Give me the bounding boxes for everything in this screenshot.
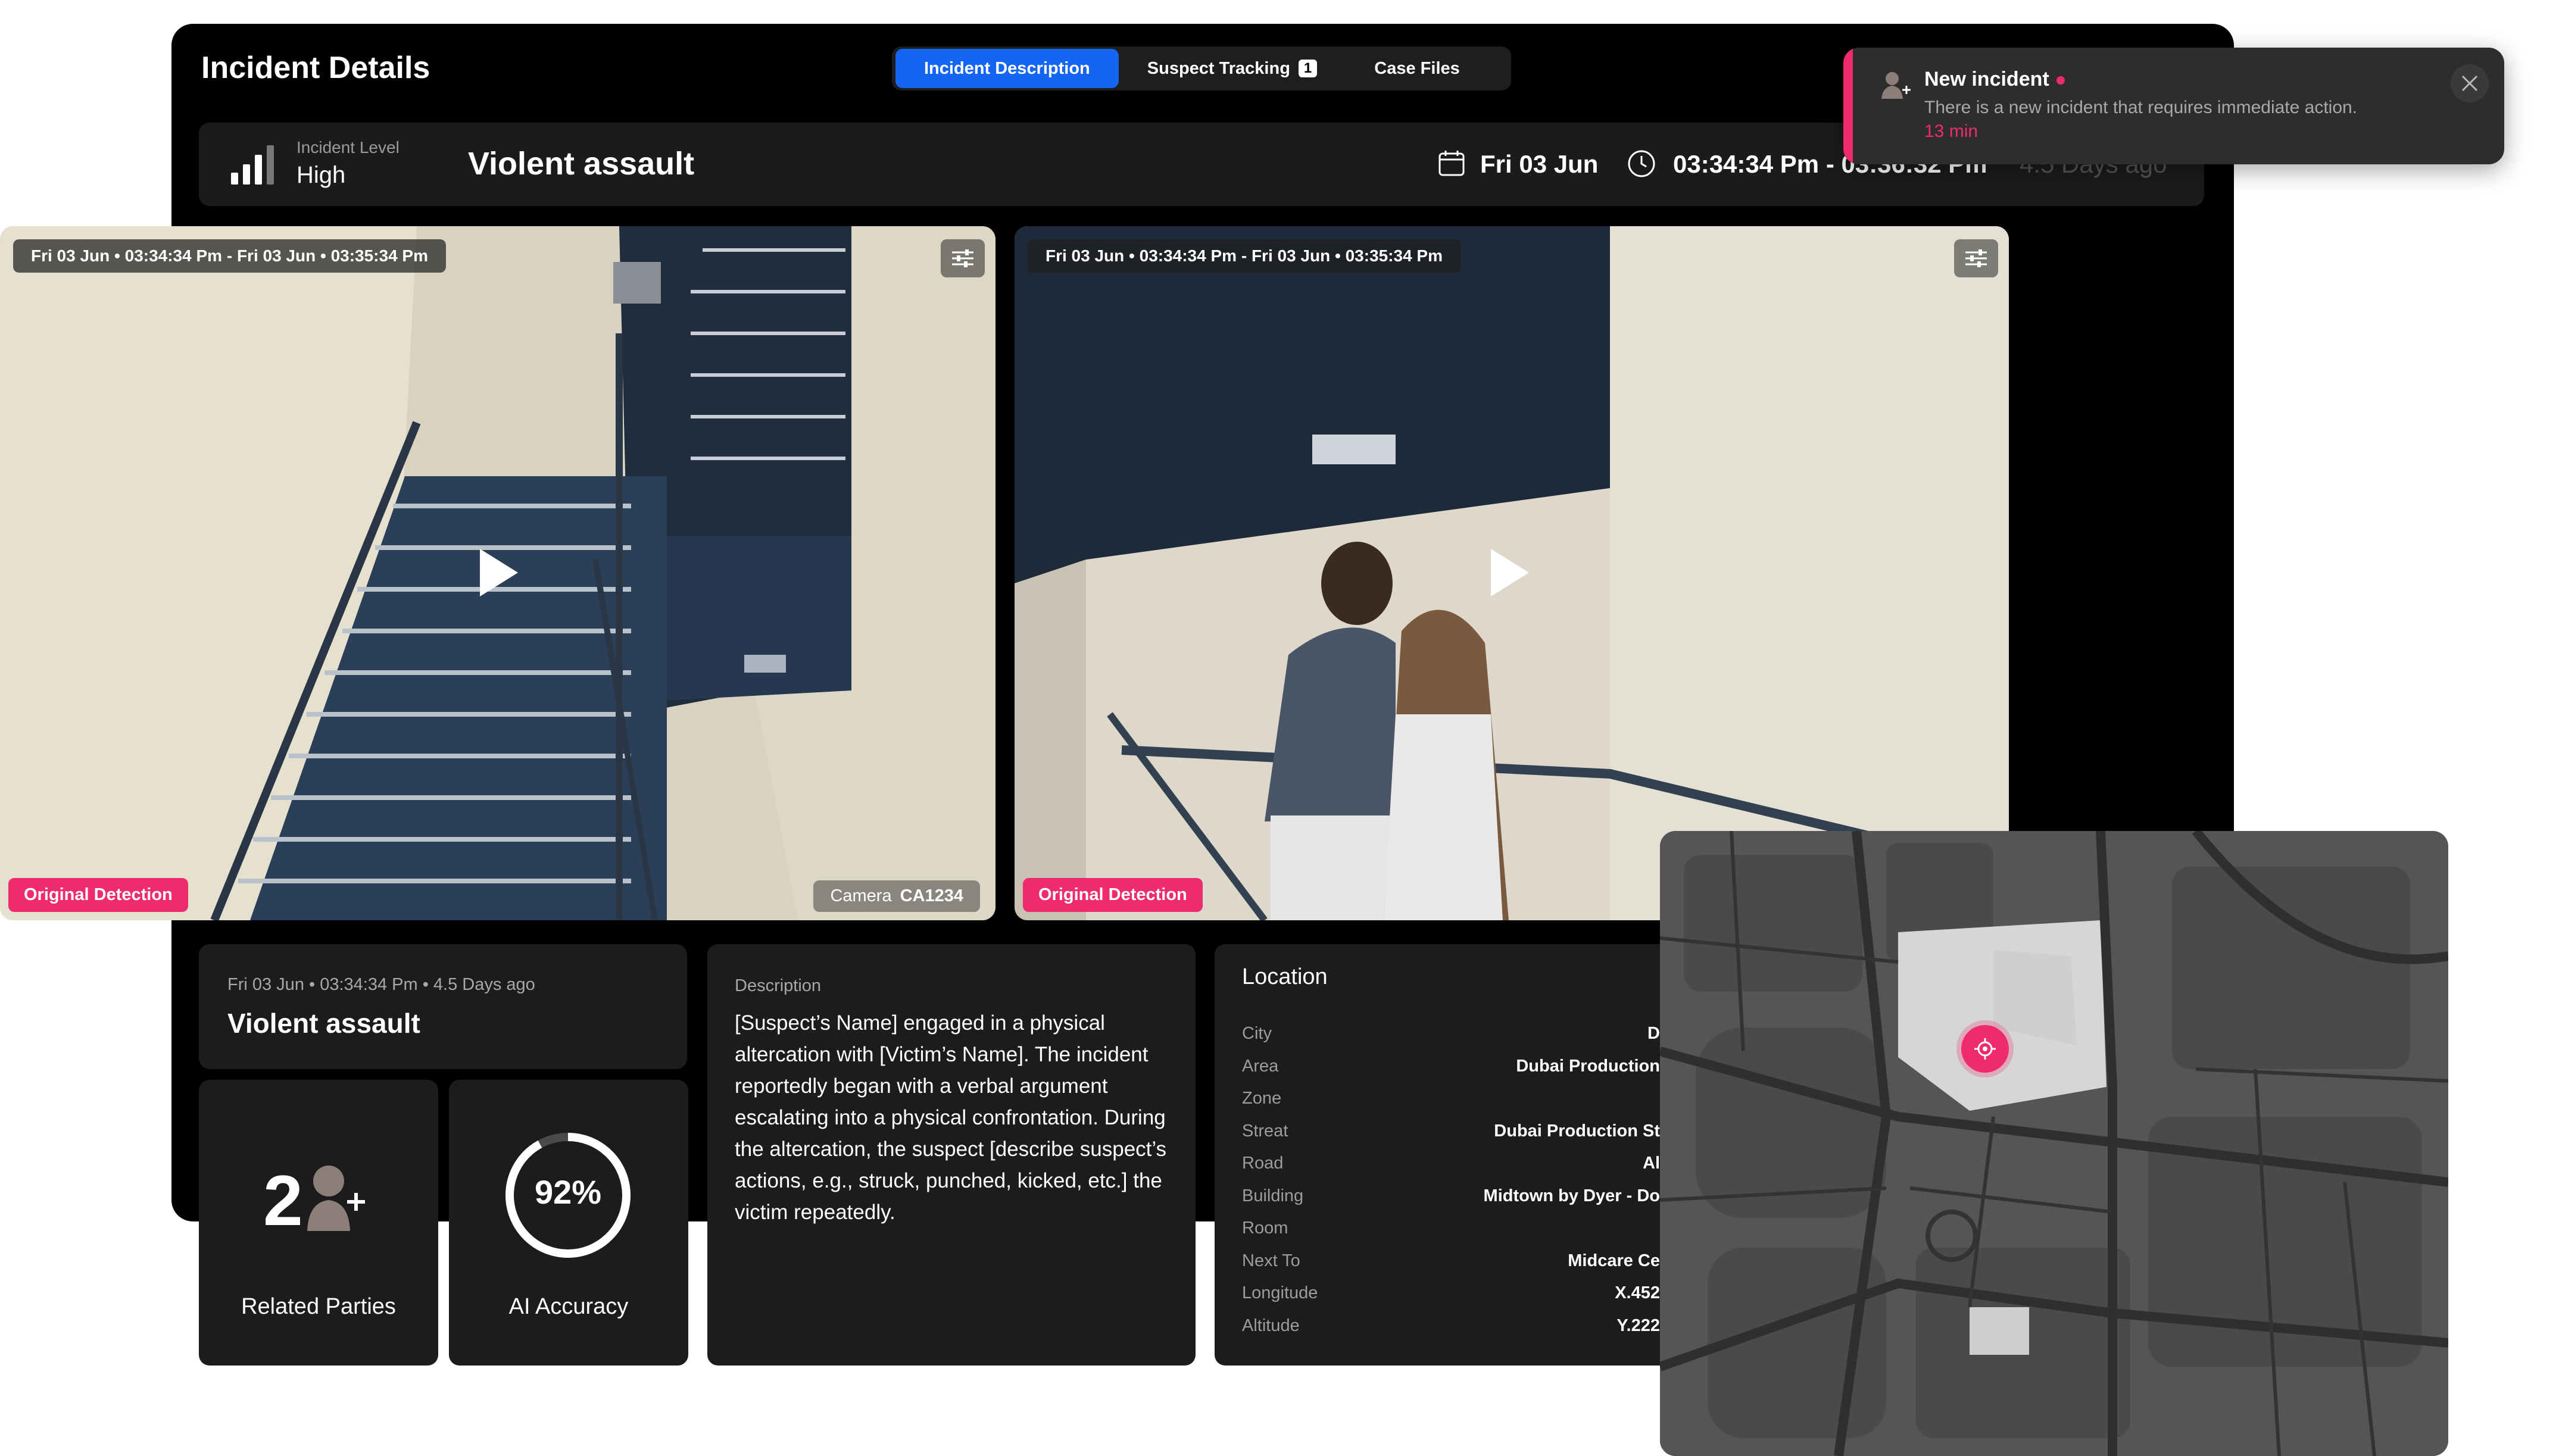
play-icon[interactable] bbox=[480, 549, 518, 596]
incident-date: Fri 03 Jun bbox=[1480, 150, 1599, 178]
camera-badge: Camera CA1234 bbox=[813, 880, 980, 912]
location-row-value: Midtown by Dyer - Do bbox=[1483, 1186, 1660, 1205]
incident-level-label: Incident Level bbox=[297, 138, 400, 157]
tab-label: Incident Description bbox=[924, 58, 1090, 78]
tab-incident-description[interactable]: Incident Description bbox=[895, 49, 1119, 88]
tab-bar: Incident Description Suspect Tracking 1 C… bbox=[892, 46, 1511, 90]
incident-level-value: High bbox=[297, 162, 346, 188]
incident-summary-card bbox=[199, 944, 687, 1069]
summary-title: Violent assault bbox=[227, 1008, 420, 1039]
ai-accuracy-label: AI Accuracy bbox=[508, 1294, 629, 1319]
location-row-value: Dubai Production bbox=[1516, 1056, 1660, 1076]
video-settings-button[interactable] bbox=[941, 239, 985, 277]
sliders-icon bbox=[952, 249, 973, 267]
location-row-value: D bbox=[1647, 1024, 1660, 1043]
target-icon bbox=[1974, 1038, 1996, 1060]
location-row-value: Y.222 bbox=[1616, 1316, 1660, 1335]
page-title: Incident Details bbox=[201, 51, 430, 85]
location-map[interactable] bbox=[1660, 831, 2448, 1456]
add-person-icon bbox=[1881, 72, 1911, 99]
camera-id: CA1234 bbox=[900, 886, 963, 905]
location-row-label: Room bbox=[1242, 1218, 1288, 1238]
related-parties-count: 2 bbox=[263, 1161, 303, 1241]
close-icon bbox=[2461, 75, 2478, 92]
video-timestamp: Fri 03 Jun • 03:34:34 Pm - Fri 03 Jun • … bbox=[1028, 239, 1460, 273]
location-pin-icon[interactable] bbox=[1961, 1025, 2009, 1073]
location-row-value: Midcare Ce bbox=[1568, 1251, 1660, 1270]
toast-message: There is a new incident that requires im… bbox=[1924, 98, 2358, 117]
clock-icon bbox=[1628, 150, 1655, 177]
detection-badge: Original Detection bbox=[1023, 878, 1203, 912]
location-row-label: Zone bbox=[1242, 1089, 1282, 1108]
toast-title: New incident bbox=[1924, 68, 2065, 91]
location-row-value: X.452 bbox=[1615, 1283, 1660, 1302]
tab-suspect-tracking[interactable]: Suspect Tracking 1 bbox=[1119, 49, 1346, 88]
add-person-icon bbox=[307, 1166, 365, 1231]
tab-count-badge: 1 bbox=[1298, 60, 1318, 77]
toast-title-text: New incident bbox=[1924, 68, 2049, 90]
related-parties-label: Related Parties bbox=[241, 1294, 396, 1319]
ai-accuracy-value: 92% bbox=[534, 1173, 602, 1211]
toast-time: 13 min bbox=[1924, 121, 1978, 141]
video-player-2[interactable]: Fri 03 Jun • 03:34:34 Pm - Fri 03 Jun • … bbox=[1015, 226, 2009, 920]
description-text: [Suspect’s Name] engaged in a physical a… bbox=[735, 1011, 1167, 1224]
video-player-1[interactable]: Fri 03 Jun • 03:34:34 Pm - Fri 03 Jun • … bbox=[0, 226, 995, 920]
location-row-value: Dubai Production St bbox=[1494, 1121, 1660, 1141]
signal-level-icon bbox=[231, 145, 274, 185]
toast-accent-bar bbox=[1843, 48, 1853, 164]
tab-label: Case Files bbox=[1374, 58, 1460, 78]
sliders-icon bbox=[1965, 249, 1987, 267]
camera-label: Camera bbox=[830, 886, 892, 905]
summary-meta: Fri 03 Jun • 03:34:34 Pm • 4.5 Days ago bbox=[227, 975, 535, 994]
tab-case-files[interactable]: Case Files bbox=[1346, 49, 1488, 88]
tab-label: Suspect Tracking bbox=[1147, 58, 1290, 78]
location-row-value: Al bbox=[1643, 1154, 1660, 1173]
incident-type: Violent assault bbox=[468, 146, 695, 182]
map-image bbox=[1660, 831, 2448, 1456]
play-icon[interactable] bbox=[1491, 549, 1529, 596]
close-button[interactable] bbox=[2451, 64, 2489, 102]
calendar-icon bbox=[1438, 151, 1465, 176]
location-title: Location bbox=[1242, 964, 1328, 989]
unread-dot bbox=[2056, 76, 2065, 85]
detection-badge: Original Detection bbox=[8, 878, 188, 912]
description-label: Description bbox=[735, 976, 822, 995]
video-settings-button[interactable] bbox=[1954, 239, 1998, 277]
video-timestamp: Fri 03 Jun • 03:34:34 Pm - Fri 03 Jun • … bbox=[13, 239, 446, 273]
